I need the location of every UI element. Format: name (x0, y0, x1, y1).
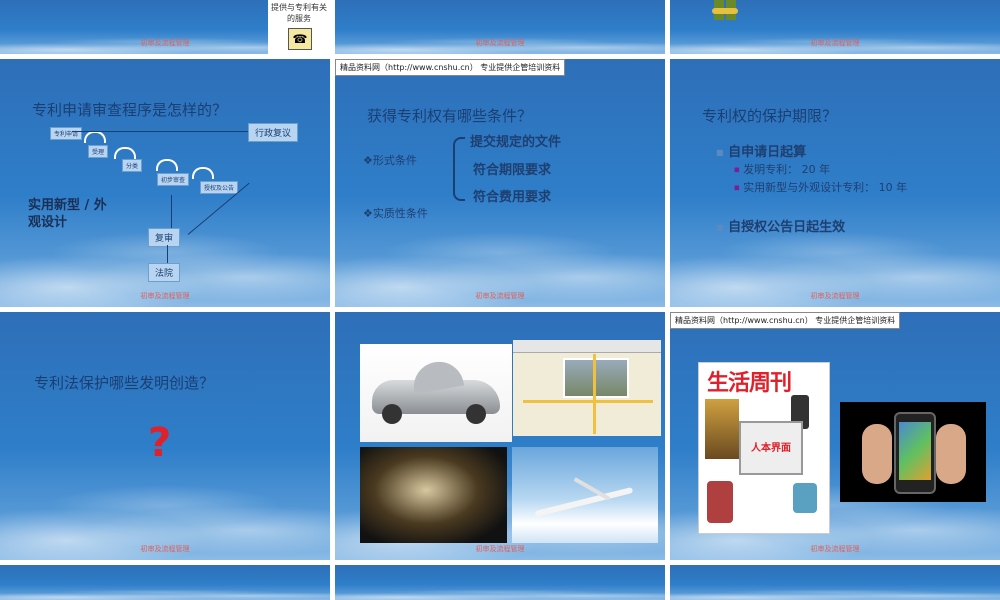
slide-footer: 初审及流程管理 (140, 39, 190, 47)
square-bullet-icon: ■ (734, 166, 740, 174)
slide-6[interactable]: 专利权的保护期限？ ■ 自申请日起算 ■ 发明专利： 20 年 ■ 实用新型与外… (670, 59, 1000, 307)
question-mark: ? (148, 420, 172, 466)
flow-step: 授权及公告 (200, 181, 239, 194)
connector-line (72, 131, 248, 132)
map-screenshot (513, 340, 661, 436)
slide-2[interactable]: 初审及流程管理 (335, 0, 665, 54)
bullet-main: ■ 自申请日起算 (716, 141, 806, 160)
slide-3[interactable]: 初审及流程管理 (670, 0, 1000, 54)
req-item: 符合费用要求 (473, 190, 552, 205)
slide-title: 获得专利权有哪些条件？ (367, 107, 533, 125)
slide-9[interactable]: 精品资料网（http://www.cnshu.cn） 专业提供企管培训资料 生活… (670, 312, 1000, 560)
slide-footer: 初审及流程管理 (475, 545, 525, 553)
bullet-text: 自授权公告日起生效 (728, 220, 846, 235)
bullet-formal: ❖形式条件 (363, 152, 417, 168)
slide-5[interactable]: 精品资料网（http://www.cnshu.cn） 专业提供企管培训资料 获得… (335, 59, 665, 307)
side-label: 实用新型 / 外观设计 (28, 198, 107, 230)
brace-icon (453, 137, 465, 201)
bullet-main: ■ 自授权公告日起生效 (716, 216, 845, 235)
slide-1[interactable]: 提供与专利有关的服务 ☎ 初审及流程管理 (0, 0, 330, 54)
bullet-text: 自申请日起算 (728, 145, 807, 160)
airplane-photo (512, 447, 658, 543)
slide-footer: 初审及流程管理 (810, 545, 860, 553)
connector-line (167, 245, 168, 263)
req-item: 符合期限要求 (473, 163, 552, 178)
arrow-icon (84, 131, 106, 143)
bullet-text: 发明专利： 20 年 (743, 163, 831, 176)
arrow-icon (156, 159, 178, 171)
req-item: 提交规定的文件 (470, 135, 562, 150)
slide-10[interactable] (0, 565, 330, 600)
sub-bullet: ■ 发明专利： 20 年 (734, 161, 830, 177)
slide-footer: 初审及流程管理 (140, 545, 190, 553)
slide-footer: 初审及流程管理 (475, 39, 525, 47)
flow-step: 初步审查 (157, 173, 190, 186)
slide-title: 专利法保护哪些发明创造？ (34, 374, 215, 392)
slide-footer: 初审及流程管理 (475, 292, 525, 300)
arrow-icon (114, 147, 136, 159)
slide-4[interactable]: 专利申请审查程序是怎样的？ 专利申请 受理 分类 初步审查 授权及公告 行政复议… (0, 59, 330, 307)
slide-12[interactable] (670, 565, 1000, 600)
slide-title: 专利权的保护期限？ (702, 107, 838, 125)
square-bullet-icon: ■ (716, 148, 724, 157)
slide-title: 专利申请审查程序是怎样的？ (32, 101, 228, 119)
character-illustration (710, 0, 740, 22)
slide-footer: 初审及流程管理 (140, 292, 190, 300)
flow-step-court: 法院 (148, 263, 181, 282)
diamond-icon: ❖ (363, 207, 373, 220)
bullet-text: 实质性条件 (372, 207, 428, 220)
slide-7[interactable]: 专利法保护哪些发明创造？ ? 初审及流程管理 (0, 312, 330, 560)
source-banner: 精品资料网（http://www.cnshu.cn） 专业提供企管培训资料 (670, 312, 901, 329)
magazine-cover: 生活周刊 人本界面 (698, 362, 830, 534)
flow-step-review: 行政复议 (248, 123, 299, 142)
sleeping-person-photo (360, 447, 507, 543)
flow-step: 受理 (88, 145, 109, 158)
slide-footer: 初审及流程管理 (810, 292, 860, 300)
iphone-photo (840, 402, 986, 502)
arrow-icon (192, 167, 214, 179)
source-banner: 精品资料网（http://www.cnshu.cn） 专业提供企管培训资料 (335, 59, 566, 76)
flow-step-reexam: 复审 (148, 228, 181, 247)
flow-step: 分类 (122, 159, 143, 172)
diamond-icon: ❖ (363, 154, 373, 167)
slide-8[interactable]: 初审及流程管理 (335, 312, 665, 560)
slide-footer: 初审及流程管理 (810, 39, 860, 47)
sub-bullet: ■ 实用新型与外观设计专利： 10 年 (734, 179, 907, 195)
slide-11[interactable] (335, 565, 665, 600)
square-bullet-icon: ■ (734, 184, 740, 192)
service-text: 提供与专利有关的服务 (271, 3, 327, 23)
bullet-text: 形式条件 (372, 154, 417, 167)
bullet-material: ❖实质性条件 (363, 205, 428, 221)
flow-step: 专利申请 (50, 127, 83, 140)
magazine-subtitle: 人本界面 (751, 443, 791, 454)
bullet-text: 实用新型与外观设计专利： 10 年 (743, 181, 908, 194)
square-bullet-icon: ■ (716, 223, 724, 232)
car-photo (360, 344, 512, 442)
magazine-title: 生活周刊 (707, 371, 792, 396)
connector-line (171, 195, 172, 229)
